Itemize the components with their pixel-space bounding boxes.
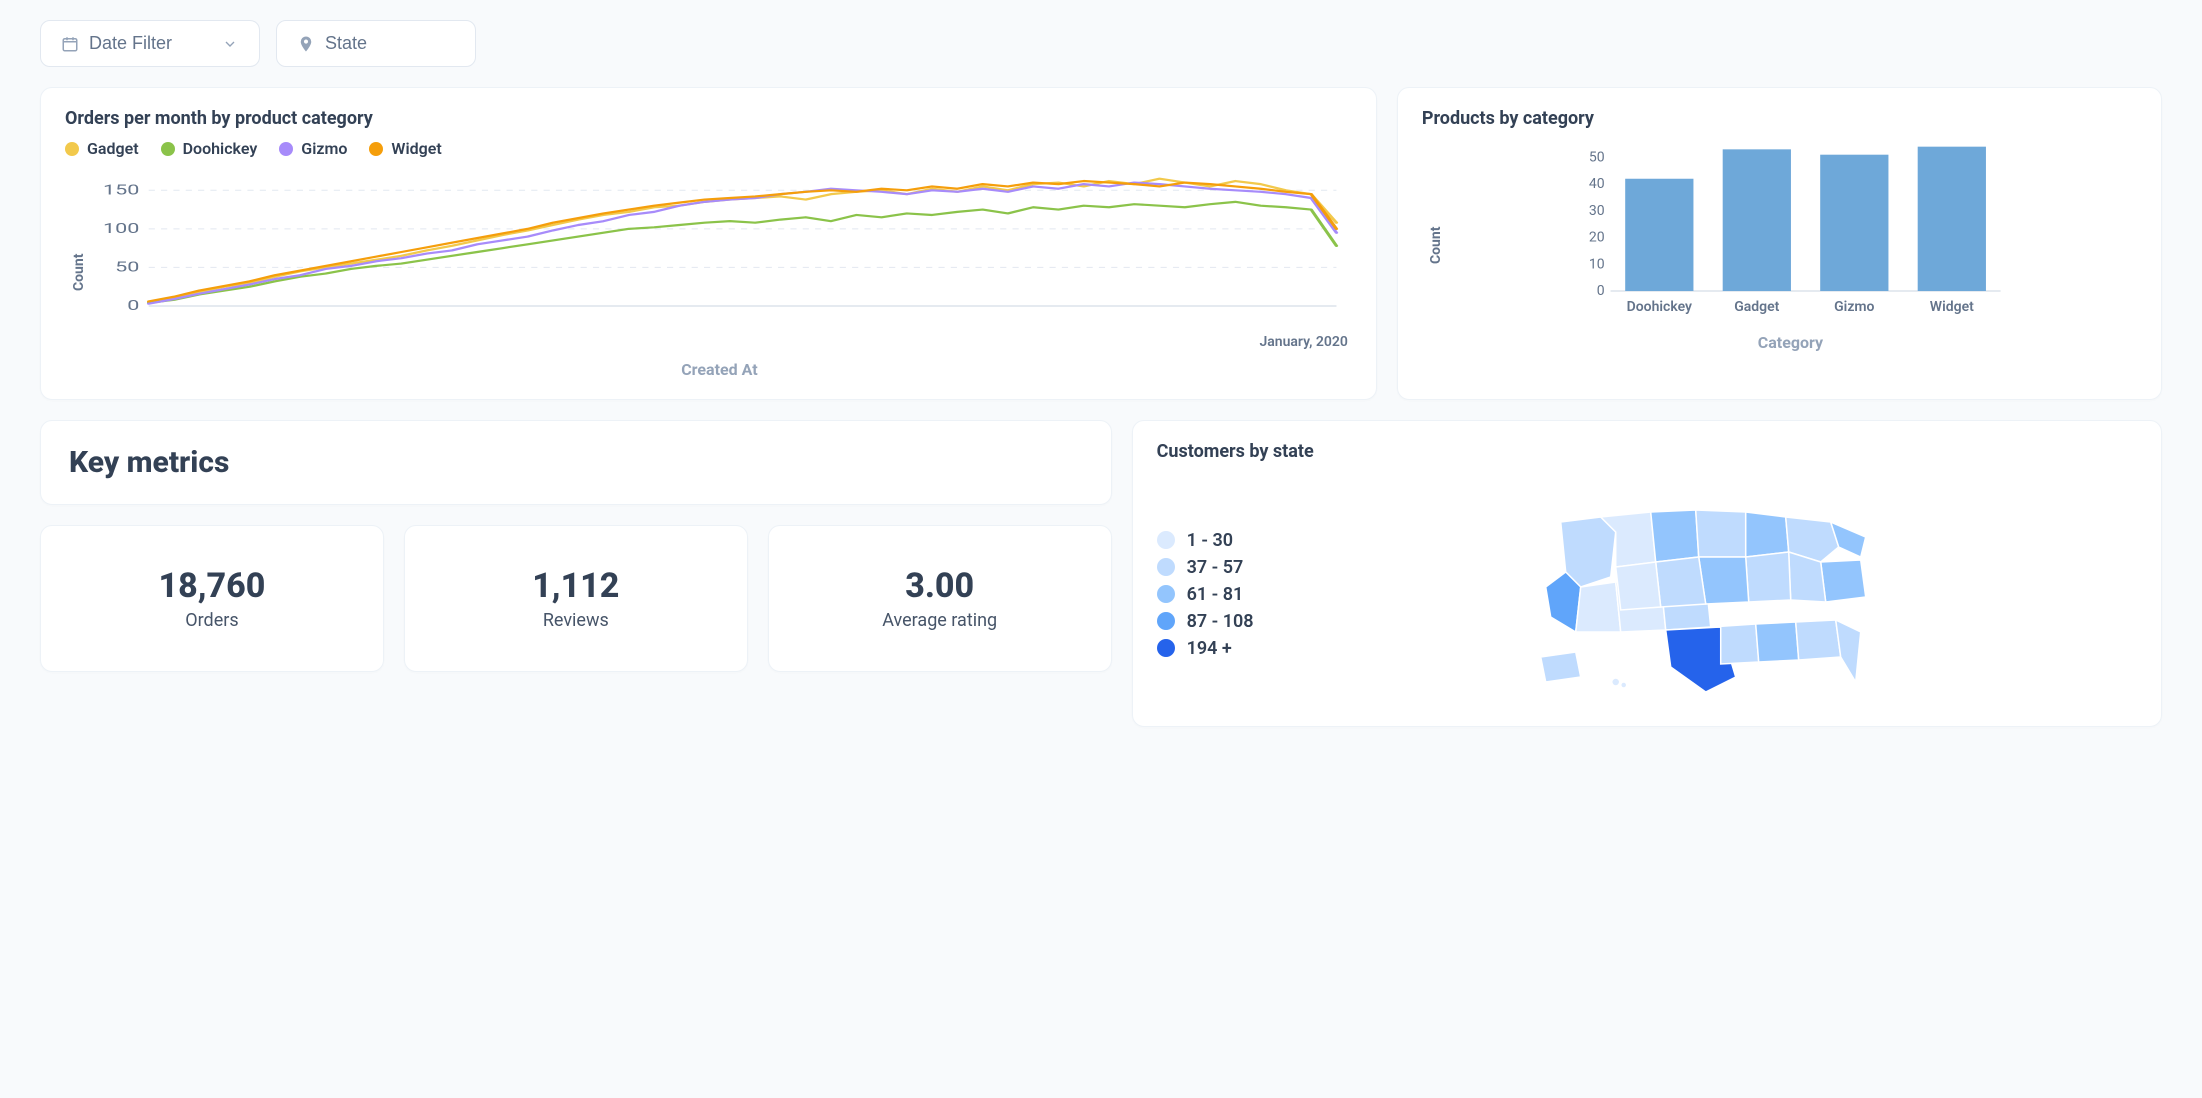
- legend-swatch: [161, 142, 175, 156]
- line-chart-plot[interactable]: 0 50 100 150: [87, 166, 1352, 326]
- map-card-title: Customers by state: [1157, 441, 2137, 462]
- bar-chart-plot[interactable]: 0 10 20 30 40 50 Doohickey Gadget Gizmo Widget: [1444, 139, 2137, 319]
- svg-text:0: 0: [127, 298, 139, 314]
- state-filter-label: State: [325, 33, 367, 54]
- legend-item[interactable]: Gadget: [65, 139, 139, 158]
- metric-card[interactable]: 18,760 Orders: [40, 525, 384, 672]
- bar-x-axis-label: Category: [1444, 333, 2137, 352]
- map-legend-item[interactable]: 37 - 57: [1157, 557, 1254, 578]
- svg-text:0: 0: [1597, 283, 1605, 299]
- map-legend-item[interactable]: 1 - 30: [1157, 530, 1254, 551]
- metric-value: 1,112: [532, 566, 619, 606]
- location-pin-icon: [297, 35, 315, 53]
- line-x-axis-label: Created At: [87, 360, 1352, 379]
- line-y-axis-label: Count: [65, 166, 87, 379]
- legend-swatch: [369, 142, 383, 156]
- top-row: Orders per month by product category Gad…: [40, 87, 2162, 400]
- map-legend-label: 37 - 57: [1187, 557, 1244, 578]
- legend-item[interactable]: Gizmo: [279, 139, 347, 158]
- legend-item[interactable]: Widget: [369, 139, 441, 158]
- map-legend-swatch: [1157, 531, 1175, 549]
- metric-value: 3.00: [905, 566, 974, 606]
- map-legend-label: 61 - 81: [1187, 584, 1244, 605]
- map-legend-item[interactable]: 61 - 81: [1157, 584, 1254, 605]
- date-filter-label: Date Filter: [89, 33, 172, 54]
- metrics-row: 18,760 Orders 1,112 Reviews 3.00 Average rati…: [40, 525, 1112, 672]
- map-legend-label: 194 +: [1187, 638, 1232, 659]
- line-chart-card: Orders per month by product category Gad…: [40, 87, 1377, 400]
- svg-text:Gizmo: Gizmo: [1834, 299, 1874, 315]
- map-legend-label: 1 - 30: [1187, 530, 1233, 551]
- svg-text:50: 50: [115, 259, 139, 275]
- svg-text:40: 40: [1589, 176, 1605, 192]
- filter-bar: Date Filter State: [40, 20, 2162, 67]
- metric-label: Reviews: [543, 610, 609, 631]
- metric-value: 18,760: [159, 566, 266, 606]
- svg-text:Doohickey: Doohickey: [1626, 299, 1691, 315]
- svg-text:20: 20: [1589, 230, 1605, 246]
- svg-text:150: 150: [103, 182, 139, 198]
- map-legend-swatch: [1157, 612, 1175, 630]
- map-legend: 1 - 30 37 - 57 61 - 81 87 - 108 194 +: [1157, 524, 1254, 665]
- mid-row: Key metrics 18,760 Orders 1,112 Reviews 3.00…: [40, 420, 2162, 727]
- svg-text:30: 30: [1589, 203, 1605, 219]
- bar-chart-card: Products by category Count 0 10 20 30 40 50 Do…: [1397, 87, 2162, 400]
- svg-text:Widget: Widget: [1930, 299, 1974, 315]
- map-legend-label: 87 - 108: [1187, 611, 1254, 632]
- legend-label: Doohickey: [183, 139, 258, 158]
- metric-label: Average rating: [882, 610, 997, 631]
- date-filter-button[interactable]: Date Filter: [40, 20, 260, 67]
- svg-text:Gadget: Gadget: [1734, 299, 1779, 315]
- map-legend-item[interactable]: 87 - 108: [1157, 611, 1254, 632]
- bar-y-axis-label: Count: [1422, 139, 1444, 352]
- legend-item[interactable]: Doohickey: [161, 139, 258, 158]
- us-map[interactable]: [1284, 482, 2137, 706]
- legend-label: Widget: [391, 139, 441, 158]
- map-legend-item[interactable]: 194 +: [1157, 638, 1254, 659]
- metric-label: Orders: [185, 610, 238, 631]
- calendar-icon: [61, 35, 79, 53]
- line-x-end-label: January, 2020: [87, 334, 1352, 350]
- legend-label: Gizmo: [301, 139, 347, 158]
- legend-swatch: [65, 142, 79, 156]
- map-legend-swatch: [1157, 639, 1175, 657]
- svg-text:10: 10: [1589, 256, 1605, 272]
- metric-card[interactable]: 3.00 Average rating: [768, 525, 1112, 672]
- svg-text:100: 100: [103, 221, 139, 237]
- chevron-down-icon: [221, 35, 239, 53]
- key-metrics-title: Key metrics: [69, 445, 1083, 480]
- line-chart-legend: Gadget Doohickey Gizmo Widget: [65, 139, 1352, 158]
- map-legend-swatch: [1157, 558, 1175, 576]
- line-chart-title: Orders per month by product category: [65, 108, 1352, 129]
- map-legend-swatch: [1157, 585, 1175, 603]
- bar-chart-title: Products by category: [1422, 108, 2137, 129]
- metric-card[interactable]: 1,112 Reviews: [404, 525, 748, 672]
- legend-swatch: [279, 142, 293, 156]
- svg-text:50: 50: [1589, 149, 1605, 165]
- legend-label: Gadget: [87, 139, 139, 158]
- map-card: Customers by state 1 - 30 37 - 57 61 - 81 8…: [1132, 420, 2162, 727]
- state-filter-button[interactable]: State: [276, 20, 476, 67]
- key-metrics-heading-card: Key metrics: [40, 420, 1112, 505]
